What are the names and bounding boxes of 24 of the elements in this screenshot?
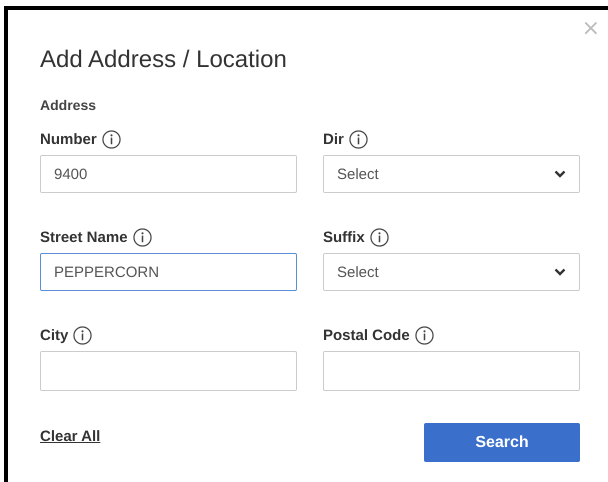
chevron-icon (554, 169, 566, 179)
clear-all-link[interactable]: Clear All (40, 428, 100, 445)
field-label: Suffix (323, 228, 365, 246)
section-label: Address (40, 97, 98, 114)
info-icon[interactable] (348, 130, 368, 148)
info-icon[interactable] (414, 326, 434, 344)
select-dropdown[interactable]: Select (323, 155, 580, 193)
field-label: Dir (323, 130, 344, 148)
input-field[interactable] (40, 351, 297, 391)
info-icon[interactable] (73, 326, 92, 344)
input-field[interactable]: PEPPERCORN (40, 253, 297, 291)
info-icon[interactable] (102, 130, 121, 148)
field-label: Number (40, 130, 97, 148)
field-label: City (40, 326, 68, 344)
input-field[interactable]: 9400 (40, 155, 297, 193)
select-dropdown[interactable]: Select (323, 253, 580, 291)
input-field[interactable] (323, 351, 580, 391)
info-icon[interactable] (132, 228, 152, 246)
field-label: Street Name (40, 228, 128, 246)
search-button[interactable]: Search (424, 423, 580, 462)
field-label: Postal Code (323, 326, 410, 344)
info-icon[interactable] (370, 228, 389, 246)
dialog-title: Add Address / Location (40, 45, 288, 75)
chevron-icon (554, 267, 566, 277)
